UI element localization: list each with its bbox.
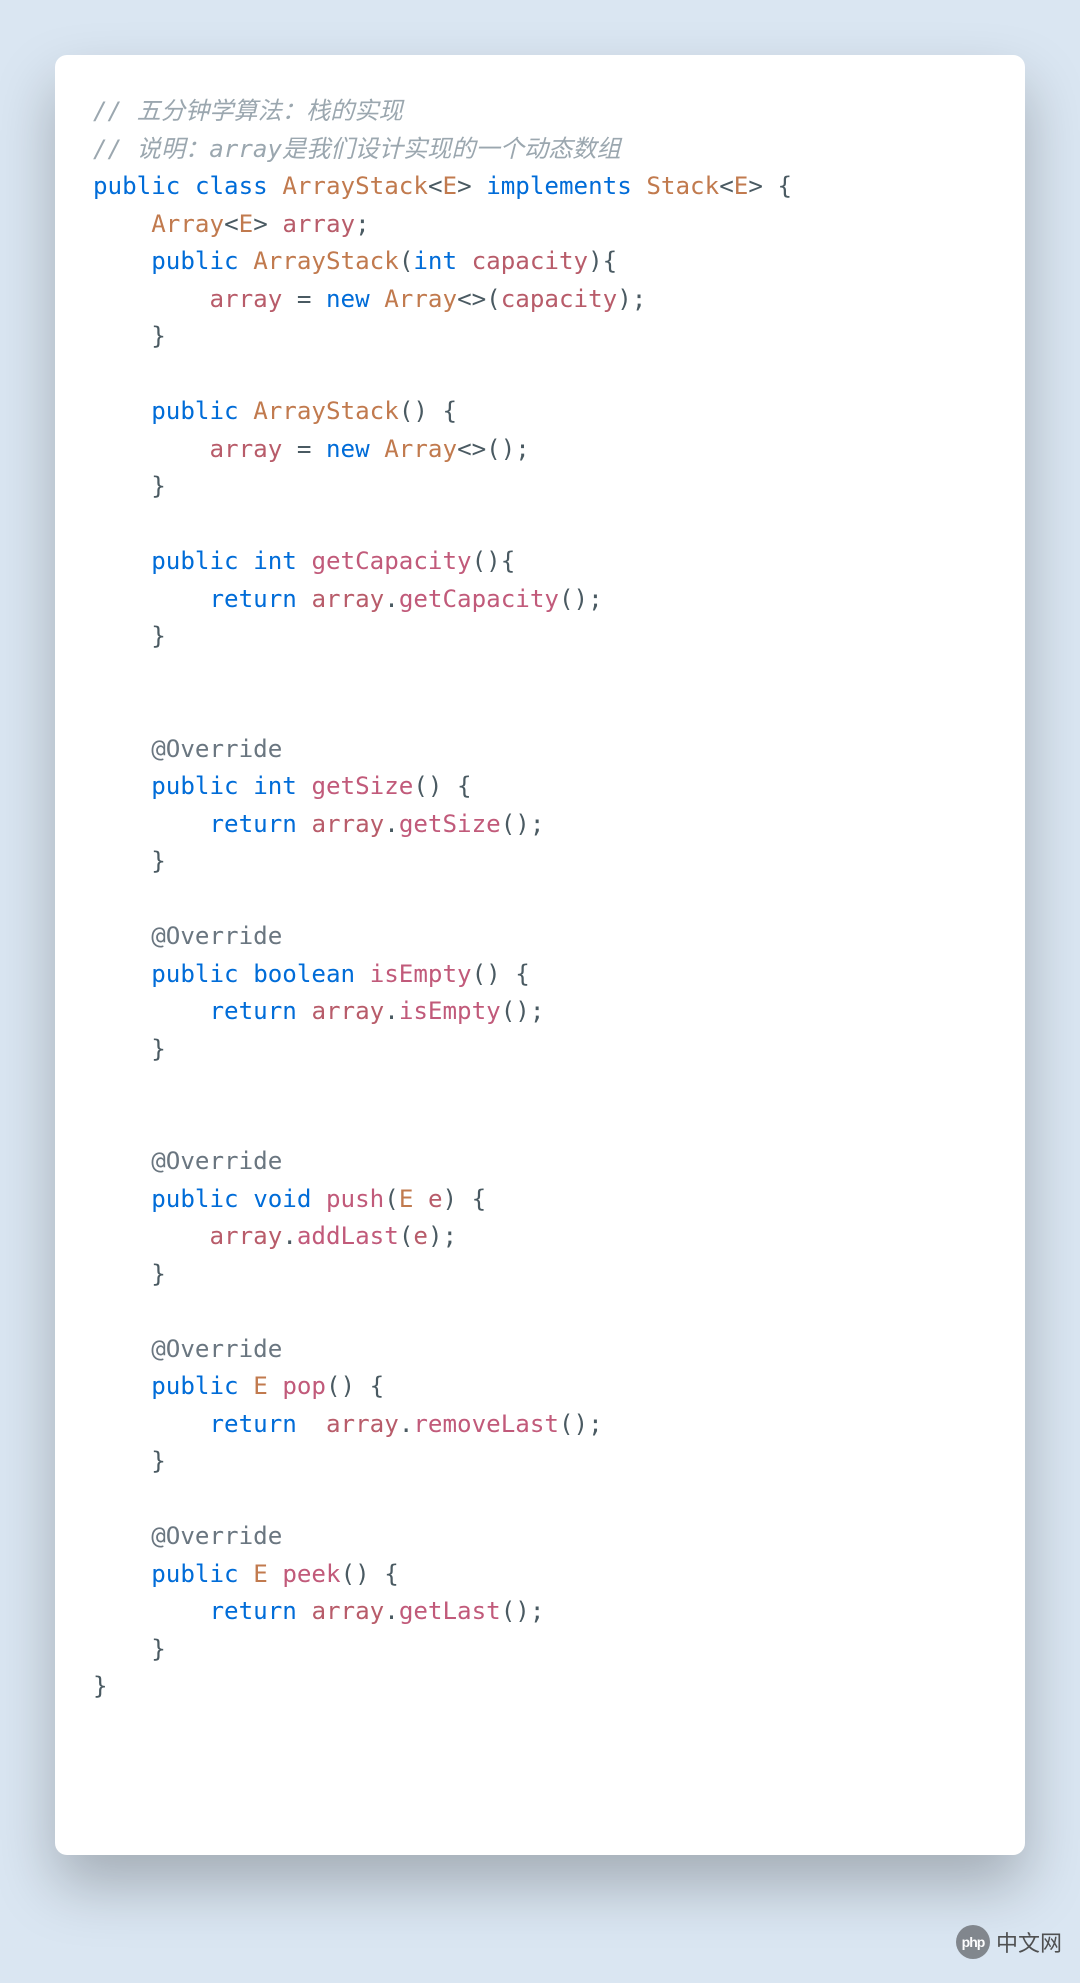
- php-logo-icon: php: [956, 1925, 990, 1959]
- keyword: return: [210, 997, 297, 1025]
- type: Stack: [646, 172, 719, 200]
- keyword: public: [151, 1560, 238, 1588]
- constructor: ArrayStack: [253, 247, 399, 275]
- identifier: array: [210, 435, 283, 463]
- identifier: array: [282, 210, 355, 238]
- keyword: return: [210, 1410, 297, 1438]
- keyword: public: [151, 547, 238, 575]
- code-card: // 五分钟学算法：栈的实现 // 说明：array是我们设计实现的一个动态数组…: [55, 55, 1025, 1855]
- type: ArrayStack: [282, 172, 428, 200]
- method: getLast: [399, 1597, 501, 1625]
- keyword: new: [326, 285, 370, 313]
- annotation: @Override: [151, 735, 282, 763]
- comment-line: // 五分钟学算法：栈的实现: [93, 97, 403, 125]
- annotation: @Override: [151, 1147, 282, 1175]
- keyword: public: [151, 397, 238, 425]
- keyword: public: [151, 1372, 238, 1400]
- identifier: array: [210, 1222, 283, 1250]
- watermark-label: 中文网: [996, 1926, 1062, 1958]
- type-param: E: [253, 1560, 268, 1588]
- keyword: public: [93, 172, 180, 200]
- annotation: @Override: [151, 1335, 282, 1363]
- method: getSize: [311, 772, 413, 800]
- identifier: array: [311, 997, 384, 1025]
- type-param: E: [399, 1185, 414, 1213]
- constructor: ArrayStack: [253, 397, 399, 425]
- identifier: e: [413, 1222, 428, 1250]
- method: getCapacity: [311, 547, 471, 575]
- identifier: array: [326, 1410, 399, 1438]
- method: isEmpty: [399, 997, 501, 1025]
- keyword: return: [210, 585, 297, 613]
- method: addLast: [297, 1222, 399, 1250]
- method: removeLast: [413, 1410, 559, 1438]
- watermark: php 中文网: [956, 1925, 1062, 1959]
- type-param: E: [239, 210, 254, 238]
- type-param: E: [253, 1372, 268, 1400]
- keyword: class: [195, 172, 268, 200]
- type-param: E: [734, 172, 749, 200]
- method: peek: [282, 1560, 340, 1588]
- keyword: implements: [486, 172, 632, 200]
- type: Array: [384, 435, 457, 463]
- type: Array: [384, 285, 457, 313]
- identifier: array: [210, 285, 283, 313]
- type-param: E: [443, 172, 458, 200]
- type: Array: [151, 210, 224, 238]
- code-block: // 五分钟学算法：栈的实现 // 说明：array是我们设计实现的一个动态数组…: [93, 93, 995, 1706]
- annotation: @Override: [151, 922, 282, 950]
- identifier: array: [311, 810, 384, 838]
- method: isEmpty: [370, 960, 472, 988]
- keyword: int: [413, 247, 457, 275]
- method: getCapacity: [399, 585, 559, 613]
- method: getSize: [399, 810, 501, 838]
- keyword: void: [253, 1185, 311, 1213]
- keyword: int: [253, 547, 297, 575]
- keyword: public: [151, 960, 238, 988]
- keyword: return: [210, 810, 297, 838]
- method: pop: [282, 1372, 326, 1400]
- annotation: @Override: [151, 1522, 282, 1550]
- keyword: public: [151, 247, 238, 275]
- identifier: capacity: [501, 285, 618, 313]
- method: push: [326, 1185, 384, 1213]
- keyword: public: [151, 772, 238, 800]
- keyword: int: [253, 772, 297, 800]
- identifier: array: [311, 1597, 384, 1625]
- keyword: boolean: [253, 960, 355, 988]
- identifier: array: [311, 585, 384, 613]
- keyword: return: [210, 1597, 297, 1625]
- keyword: public: [151, 1185, 238, 1213]
- comment-line: // 说明：array是我们设计实现的一个动态数组: [93, 135, 621, 163]
- param: capacity: [472, 247, 589, 275]
- param: e: [428, 1185, 443, 1213]
- keyword: new: [326, 435, 370, 463]
